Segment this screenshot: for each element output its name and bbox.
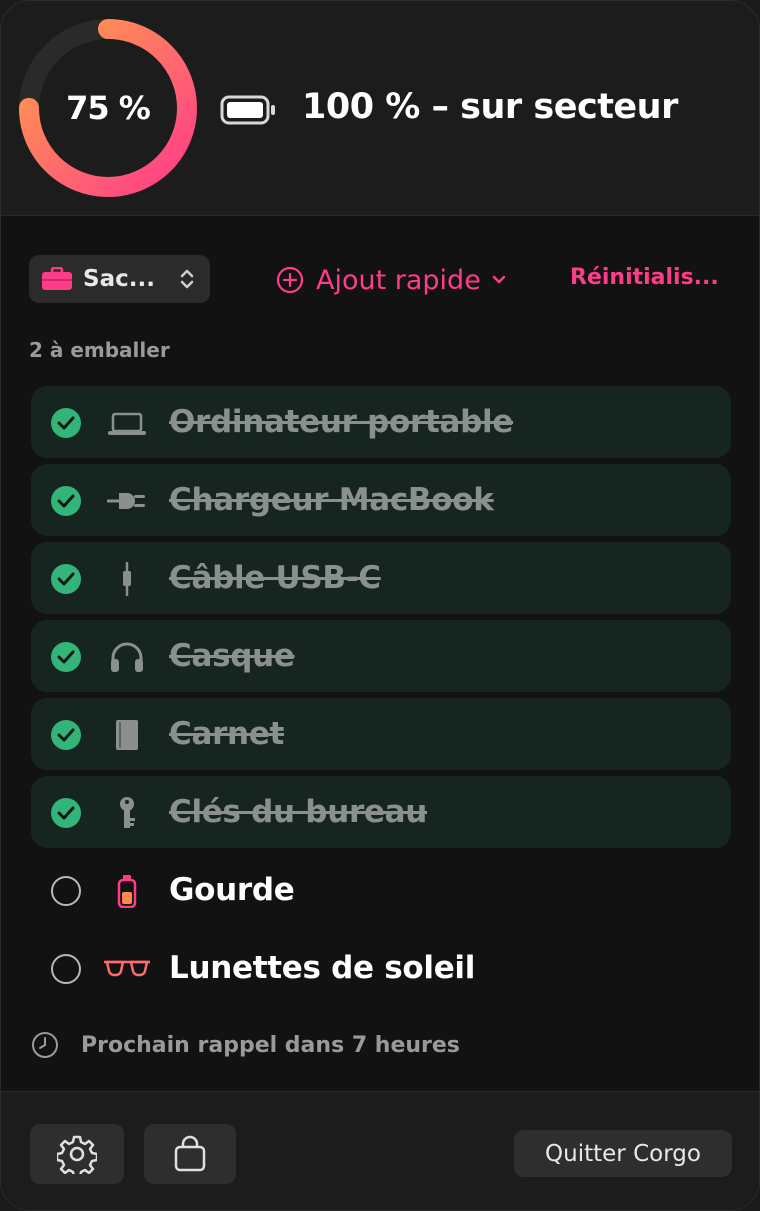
list-item-label: Casque — [169, 638, 295, 674]
next-reminder: Prochain rappel dans 7 heures — [31, 1031, 460, 1059]
bag-selector-label: Sac... — [83, 266, 155, 292]
checkmark-icon — [57, 806, 75, 820]
key-icon — [120, 797, 135, 828]
list-item[interactable]: Gourde — [31, 854, 731, 926]
chevron-down-icon — [492, 275, 506, 284]
list-item-label: Clés du bureau — [169, 794, 428, 830]
list-item-label: Chargeur MacBook — [169, 482, 494, 518]
plug-icon — [107, 493, 145, 509]
up-down-chevron-icon — [180, 269, 194, 289]
checked-checkbox[interactable] — [51, 564, 81, 594]
quick-add-button[interactable]: Ajout rapide — [276, 260, 507, 300]
next-reminder-text: Prochain rappel dans 7 heures — [81, 1032, 460, 1058]
bag-selector[interactable]: Sac... — [29, 255, 210, 303]
list-item[interactable]: Ordinateur portable — [31, 386, 731, 458]
book-icon — [116, 720, 138, 750]
packing-list: Ordinateur portable Chargeur MacBook Câb… — [31, 386, 731, 1010]
list-item[interactable]: Câble USB-C — [31, 542, 731, 614]
checked-checkbox[interactable] — [51, 642, 81, 672]
list-item-label: Carnet — [169, 716, 285, 752]
headphones-icon — [111, 642, 143, 672]
quick-add-label: Ajout rapide — [316, 264, 481, 296]
reset-button[interactable]: Réinitialis... — [570, 265, 719, 290]
gear-icon — [57, 1135, 97, 1174]
checkmark-icon — [57, 650, 75, 664]
list-item-label: Câble USB-C — [169, 560, 381, 596]
plus-circle-icon — [276, 266, 304, 294]
list-item[interactable]: Lunettes de soleil — [31, 932, 731, 1004]
checkmark-icon — [57, 572, 75, 586]
checkmark-icon — [57, 728, 75, 742]
laptop-icon — [108, 412, 146, 435]
list-item-label: Lunettes de soleil — [169, 950, 476, 986]
items-to-pack-count: 2 à emballer — [29, 338, 170, 362]
list-item-label: Ordinateur portable — [169, 404, 514, 440]
charge-ring: 75 % — [17, 17, 199, 199]
footer-bar: Quitter Corgo — [1, 1091, 759, 1210]
checked-checkbox[interactable] — [51, 798, 81, 828]
settings-button[interactable] — [30, 1124, 124, 1184]
list-item-label: Gourde — [169, 872, 295, 908]
briefcase-icon — [42, 267, 72, 290]
quit-button[interactable]: Quitter Corgo — [514, 1130, 732, 1177]
corgo-panel: 75 % 100 % – sur secteur Sac... Ajout ra… — [0, 0, 760, 1211]
bottle-icon — [117, 875, 137, 908]
list-item[interactable]: Carnet — [31, 698, 731, 770]
clock-icon — [32, 1032, 58, 1058]
list-item[interactable]: Clés du bureau — [31, 776, 731, 848]
checked-checkbox[interactable] — [51, 486, 81, 516]
charge-percent-label: 75 % — [66, 89, 151, 127]
battery-status-text: 100 % – sur secteur — [302, 87, 678, 127]
list-item[interactable]: Chargeur MacBook — [31, 464, 731, 536]
checkmark-icon — [57, 416, 75, 430]
unchecked-checkbox[interactable] — [51, 876, 81, 906]
checked-checkbox[interactable] — [51, 408, 81, 438]
checked-checkbox[interactable] — [51, 720, 81, 750]
unchecked-checkbox[interactable] — [51, 954, 81, 984]
battery-full-icon — [220, 95, 275, 125]
checkmark-icon — [57, 494, 75, 508]
battery-header: 75 % 100 % – sur secteur — [1, 1, 759, 216]
list-item[interactable]: Casque — [31, 620, 731, 692]
shopping-bag-icon — [174, 1135, 206, 1172]
bags-button[interactable] — [144, 1124, 236, 1184]
sunglasses-icon — [104, 960, 150, 977]
cable-icon — [123, 562, 131, 596]
